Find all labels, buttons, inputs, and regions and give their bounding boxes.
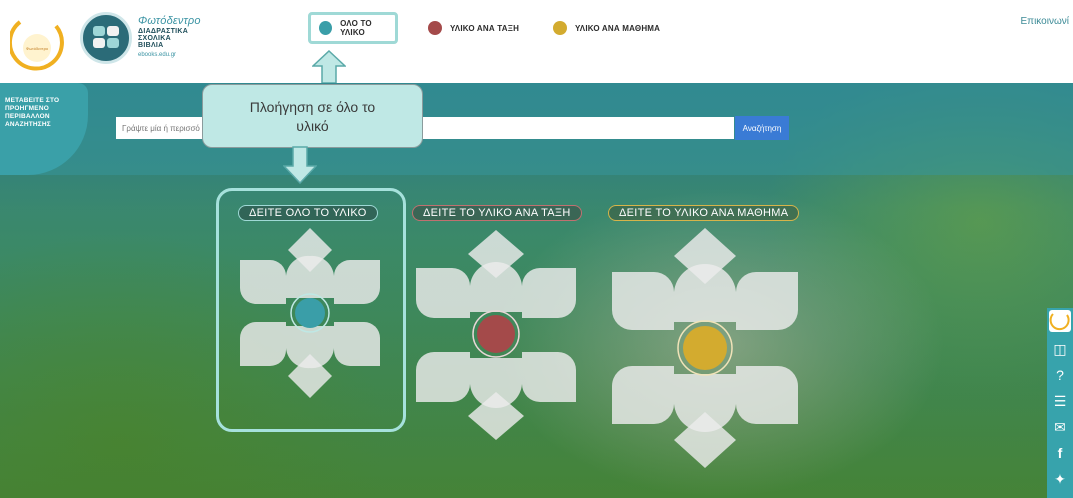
logo-url: ebooks.edu.gr [138,51,177,58]
yellow-dot-icon [553,21,567,35]
help-icon[interactable]: ? [1049,364,1071,386]
mail-icon[interactable]: ✉ [1049,416,1071,438]
hero-section: ΜΕΤΑΒΕΙΤΕ ΣΤΟ ΠΡΟΗΓΜΕΝΟ ΠΕΡΙΒΑΛΛΟΝ ΑΝΑΖΗ… [0,83,1073,498]
logo-title: Φωτόδεντρο [138,15,201,27]
teal-dot-icon [319,21,333,35]
ebooks-logo-icon [93,26,119,48]
red-dot-icon [428,21,442,35]
twitter-icon[interactable]: ✦ [1049,468,1071,490]
logo-sub-line: ΒΙΒΛΙΑ [138,42,164,50]
document-icon[interactable]: ☰ [1049,390,1071,412]
logo-sub-line: ΔΙΑΔΡΑΣΤΙΚΑ [138,27,189,35]
nav-all-label: ΟΛΟ ΤΟ ΥΛΙΚΟ [340,19,372,37]
advanced-search-line: ΠΕΡΙΒΑΛΛΟΝ [5,113,50,121]
advanced-search-line: ΠΡΟΗΓΜΕΝΟ [5,105,49,113]
by-class-flower-icon[interactable] [416,230,576,440]
site-header: Φωτόδεντρο Φωτόδεντρο ΔΙΑΔΡΑΣΤΙΚΑ ΣΧΟΛΙΚ… [0,0,1073,84]
nav-all-material[interactable]: ΟΛΟ ΤΟ ΥΛΙΚΟ [308,12,398,44]
navigation-tooltip: Πλοήγηση σε όλο το υλικό [202,84,423,148]
nav-material-by-subject[interactable]: ΥΛΙΚΟ ΑΝΑ ΜΑΘΗΜΑ [553,12,660,44]
tooltip-line: υλικό [296,117,329,134]
logo-sub-line: ΣΧΟΛΙΚΑ [138,34,171,42]
advanced-search-line: ΜΕΤΑΒΕΙΤΕ ΣΤΟ [5,97,60,104]
sun-logo-icon[interactable]: Φωτόδεντρο [10,16,64,74]
ebooks-logo-badge[interactable] [80,12,132,64]
view-by-class-label[interactable]: ΔΕΙΤΕ ΤΟ ΥΛΙΚΟ ΑΝΑ ΤΑΞΗ [412,205,582,221]
all-material-flower-icon[interactable] [240,228,380,398]
view-by-subject-label[interactable]: ΔΕΙΤΕ ΤΟ ΥΛΙΚΟ ΑΝΑ ΜΑΘΗΜΑ [608,205,800,221]
nav-class-label: ΥΛΙΚΟ ΑΝΑ ΤΑΞΗ [450,23,520,33]
contact-link[interactable]: Επικοινωνί [1021,16,1069,27]
view-all-material-label[interactable]: ΔΕΙΤΕ ΟΛΟ ΤΟ ΥΛΙΚΟ [238,205,378,221]
arrow-up-icon [312,50,346,84]
logo-text: Φωτόδεντρο ΔΙΑΔΡΑΣΤΙΚΑ ΣΧΟΛΙΚΑ ΒΙΒΛΙΑ eb… [138,15,201,58]
arrow-down-icon [283,146,317,184]
advanced-search-text: ΜΕΤΑΒΕΙΤΕ ΣΤΟ ΠΡΟΗΓΜΕΝΟ ΠΕΡΙΒΑΛΛΟΝ ΑΝΑΖΗ… [5,97,59,130]
nav-material-by-class[interactable]: ΥΛΙΚΟ ΑΝΑ ΤΑΞΗ [428,12,519,44]
nav-subject-label: ΥΛΙΚΟ ΑΝΑ ΜΑΘΗΜΑ [575,23,661,33]
search-button[interactable]: Αναζήτηση [735,116,789,140]
social-sidebar: ◫ ? ☰ ✉ f ✦ [1047,308,1073,498]
book-icon[interactable]: ◫ [1049,338,1071,360]
svg-text:Φωτόδεντρο: Φωτόδεντρο [26,46,49,51]
by-subject-flower-icon[interactable] [612,228,798,468]
facebook-icon[interactable]: f [1049,442,1071,464]
advanced-search-line: ΑΝΑΖΗΤΗΣΗΣ [5,121,51,129]
tooltip-line: Πλοήγηση σε όλο το [249,99,376,115]
sun-logo-icon[interactable] [1049,310,1071,332]
